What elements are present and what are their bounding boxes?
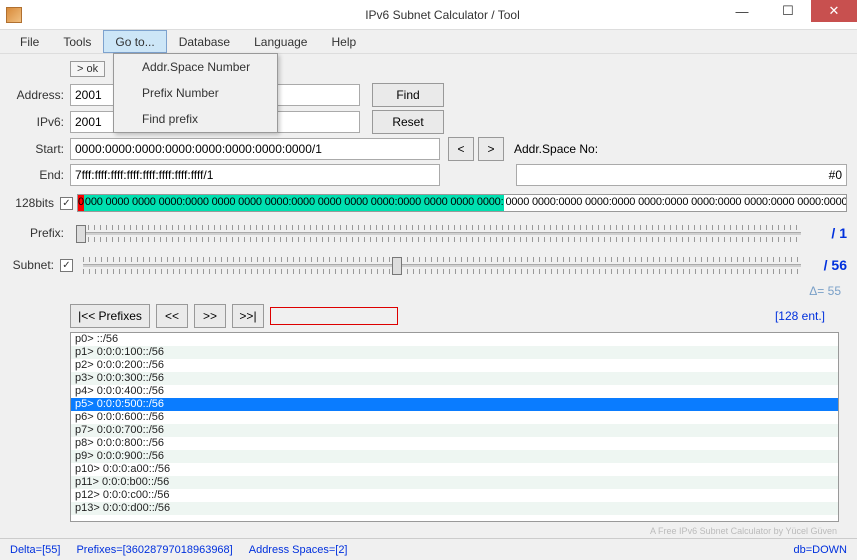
ipv6-label: IPv6: — [10, 115, 70, 129]
close-button[interactable]: ✕ — [811, 0, 857, 22]
bits-white-segment: 0000 0000:0000 0000:0000 0000:0000 0000:… — [504, 195, 847, 211]
app-icon — [6, 7, 22, 23]
menu-goto[interactable]: Go to... — [103, 30, 166, 53]
subnet-slider[interactable] — [83, 252, 801, 278]
list-item[interactable]: p12> 0:0:0:c00::/56 — [71, 489, 838, 502]
list-item[interactable]: p6> 0:0:0:600::/56 — [71, 411, 838, 424]
list-item[interactable]: p7> 0:0:0:700::/56 — [71, 424, 838, 437]
ok-badge: > ok — [70, 61, 105, 77]
list-item[interactable]: p11> 0:0:0:b00::/56 — [71, 476, 838, 489]
list-item[interactable]: p13> 0:0:0:d00::/56 — [71, 502, 838, 515]
subnet-label: Subnet: — [10, 258, 60, 272]
menubar: File Tools Go to... Database Language He… — [0, 30, 857, 54]
prefix-value: / 1 — [807, 225, 847, 241]
prefixes-fwd-button[interactable]: >> — [194, 304, 226, 328]
menu-language[interactable]: Language — [242, 30, 319, 53]
goto-dropdown: Addr.Space Number Prefix Number Find pre… — [113, 53, 278, 133]
prefixes-first-button[interactable]: |<< Prefixes — [70, 304, 150, 328]
find-button[interactable]: Find — [372, 83, 444, 107]
prefix-label: Prefix: — [10, 226, 70, 240]
address-label: Address: — [10, 88, 70, 102]
subnet-slider-thumb[interactable] — [392, 257, 402, 275]
menu-database[interactable]: Database — [167, 30, 242, 53]
window-controls: — ☐ ✕ — [719, 0, 857, 22]
menu-file[interactable]: File — [8, 30, 51, 53]
dropdown-addrspace-number[interactable]: Addr.Space Number — [114, 54, 277, 80]
start-label: Start: — [10, 142, 70, 156]
prefixes-back-button[interactable]: << — [156, 304, 188, 328]
bits-green-segment: 000 0000 0000 0000:0000 0000 0000 0000:0… — [84, 195, 505, 211]
list-item[interactable]: p9> 0:0:0:900::/56 — [71, 450, 838, 463]
list-item[interactable]: p2> 0:0:0:200::/56 — [71, 359, 838, 372]
end-label: End: — [10, 168, 70, 182]
reset-button[interactable]: Reset — [372, 110, 444, 134]
list-item[interactable]: p1> 0:0:0:100::/56 — [71, 346, 838, 359]
dropdown-prefix-number[interactable]: Prefix Number — [114, 80, 277, 106]
prefixes-last-button[interactable]: >>| — [232, 304, 264, 328]
addrspaceno-label: Addr.Space No: — [514, 142, 598, 156]
subnet-checkbox[interactable]: ✓ — [60, 259, 73, 272]
bits-bar: 0 000 0000 0000 0000:0000 0000 0000 0000… — [77, 194, 847, 212]
next-button[interactable]: > — [478, 137, 504, 161]
end-input[interactable] — [70, 164, 440, 186]
start-input[interactable] — [70, 138, 440, 160]
maximize-button[interactable]: ☐ — [765, 0, 811, 22]
list-item[interactable]: p0> ::/56 — [71, 333, 838, 346]
statusbar: Delta=[55] Prefixes=[36028797018963968] … — [0, 538, 857, 560]
credit-text: A Free IPv6 Subnet Calculator by Yücel G… — [10, 522, 847, 538]
menu-tools[interactable]: Tools — [51, 30, 103, 53]
bits128-checkbox[interactable]: ✓ — [60, 197, 73, 210]
list-item[interactable]: p5> 0:0:0:500::/56 — [71, 398, 838, 411]
prefix-slider-thumb[interactable] — [76, 225, 86, 243]
status-addrspaces: Address Spaces=[2] — [249, 544, 348, 556]
prefix-list[interactable]: p0> ::/56p1> 0:0:0:100::/56p2> 0:0:0:200… — [70, 332, 839, 522]
status-delta: Delta=[55] — [10, 544, 60, 556]
list-item[interactable]: p10> 0:0:0:a00::/56 — [71, 463, 838, 476]
prev-button[interactable]: < — [448, 137, 474, 161]
search-redbox[interactable] — [270, 307, 398, 325]
status-prefixes: Prefixes=[36028797018963968] — [76, 544, 232, 556]
addrspace-display[interactable] — [516, 164, 847, 186]
subnet-value: / 56 — [807, 257, 847, 273]
status-db: db=DOWN — [794, 544, 848, 556]
list-item[interactable]: p8> 0:0:0:800::/56 — [71, 437, 838, 450]
minimize-button[interactable]: — — [719, 0, 765, 22]
delta-label: Δ= 55 — [10, 284, 847, 298]
titlebar: IPv6 Subnet Calculator / Tool — ☐ ✕ — [0, 0, 857, 30]
entries-count: [128 ent.] — [775, 309, 847, 323]
bits128-label: 128bits — [10, 196, 60, 210]
menu-help[interactable]: Help — [319, 30, 368, 53]
list-item[interactable]: p3> 0:0:0:300::/56 — [71, 372, 838, 385]
dropdown-find-prefix[interactable]: Find prefix — [114, 106, 277, 132]
list-item[interactable]: p4> 0:0:0:400::/56 — [71, 385, 838, 398]
prefix-slider[interactable] — [76, 220, 801, 246]
